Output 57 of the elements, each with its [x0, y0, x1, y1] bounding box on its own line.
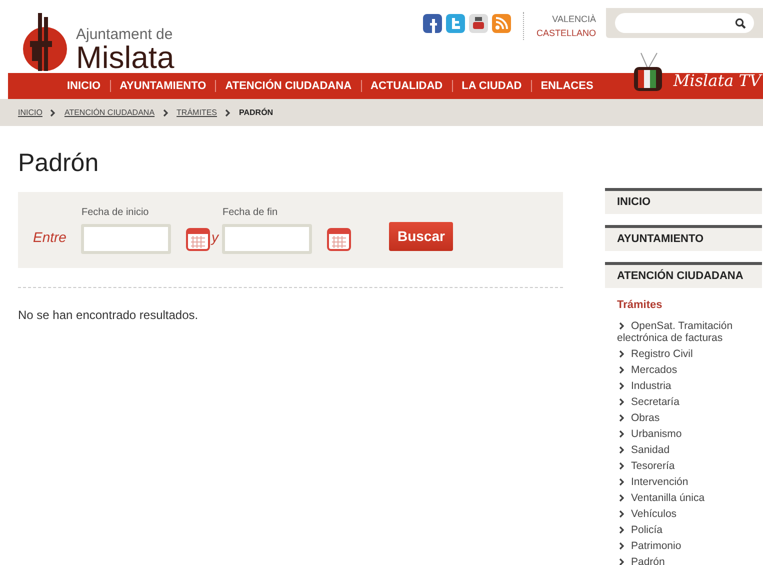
search-icon	[735, 18, 746, 28]
search-button[interactable]: Buscar	[389, 222, 453, 251]
date-field[interactable]	[222, 224, 312, 254]
sidebar-link[interactable]: OpenSat. Tramitación electrónica de facturas	[605, 318, 762, 346]
field-label: Fecha de fin	[222, 206, 279, 220]
sidebar-heading[interactable]: ATENCIÓN CIUDADANA	[605, 262, 762, 288]
sidebar-subheading[interactable]: Trámites	[605, 299, 762, 312]
sidebar-heading[interactable]: AYUNTAMIENTO	[605, 225, 762, 251]
sidebar-link[interactable]: Vehículos	[605, 506, 762, 522]
sidebar-link[interactable]: Sanidad	[605, 442, 762, 458]
chevron-icon	[225, 108, 231, 116]
tower-logo-icon	[22, 11, 68, 73]
twitter-icon	[446, 14, 466, 33]
breadcrumb-link[interactable]: TRÁMITES	[176, 106, 217, 118]
search-field[interactable]	[615, 13, 754, 33]
sidebar-link[interactable]: Registro Civil	[605, 346, 762, 362]
nav-link[interactable]: ENLACES	[530, 80, 602, 92]
filter-label: y	[211, 228, 218, 247]
facebook-icon	[423, 14, 442, 33]
rss-icon	[492, 14, 512, 33]
chevron-icon	[619, 322, 625, 330]
breadcrumb-link[interactable]: ATENCIÓN CIUDADANA	[64, 106, 155, 118]
sidebar-link[interactable]: Mercados	[605, 362, 762, 378]
sidebar-link[interactable]: Obras	[605, 410, 762, 426]
chevron-icon	[619, 558, 625, 565]
language-link[interactable]: CASTELLANO	[536, 26, 596, 40]
calendar-icon	[186, 227, 210, 251]
nav-link[interactable]: AYUNTAMIENTO	[110, 80, 216, 92]
breadcrumb-link[interactable]: INICIO	[18, 106, 42, 118]
nav-link[interactable]: ATENCIÓN CIUDADANA	[215, 80, 361, 92]
sidebar-link[interactable]: Ventanilla única	[605, 490, 762, 506]
filter-label: Entre	[33, 228, 66, 247]
breadcrumb-current: PADRÓN	[239, 106, 274, 118]
nav-link[interactable]: ACTUALIDAD	[360, 80, 452, 92]
calendar-icon	[327, 227, 352, 251]
sidebar-heading[interactable]: INICIO	[605, 188, 762, 214]
result-message: No se han encontrado resultados.	[18, 307, 200, 324]
nav-link[interactable]: LA CIUDAD	[452, 80, 531, 92]
sidebar-link[interactable]: Padrón	[605, 554, 762, 565]
field-label: Fecha de inicio	[81, 206, 150, 220]
date-field[interactable]	[81, 224, 172, 254]
sidebar-link[interactable]: Secretaría	[605, 394, 762, 410]
logo-subtitle: Ajuntament de	[76, 27, 174, 42]
nav-link[interactable]: INICIO	[58, 80, 110, 92]
chevron-icon	[50, 108, 56, 116]
tv-logo-text[interactable]: Mislata TV	[673, 69, 761, 93]
sidebar-link[interactable]: Patrimonio	[605, 538, 762, 554]
page-title: Padrón	[18, 148, 100, 178]
chevron-icon	[162, 108, 169, 116]
sidebar-link[interactable]: Urbanismo	[605, 426, 762, 442]
language-link[interactable]: VALENCIÀ	[536, 12, 596, 26]
sidebar-link[interactable]: Industria	[605, 378, 762, 394]
logo-title: Mislata	[76, 42, 174, 73]
sidebar-link[interactable]: Policía	[605, 522, 762, 538]
sidebar-link[interactable]: Intervención	[605, 474, 762, 490]
sidebar-link[interactable]: Tesorería	[605, 458, 762, 474]
youtube-icon	[469, 14, 488, 33]
